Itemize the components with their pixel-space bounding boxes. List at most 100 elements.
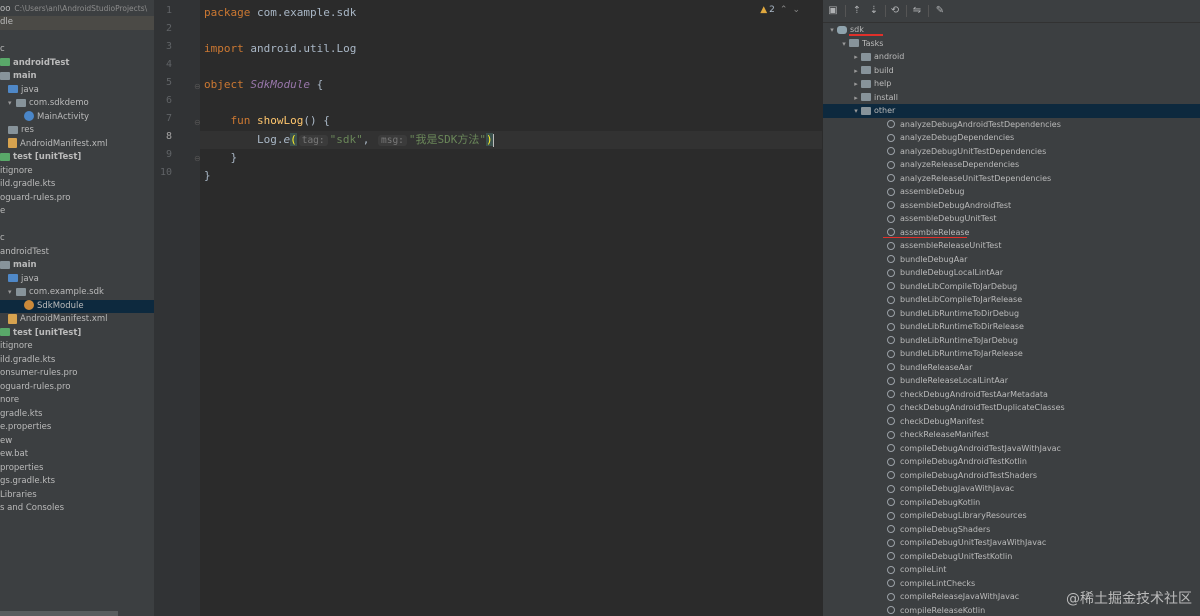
gradle-task-item[interactable]: compileLint xyxy=(823,563,1200,577)
project-tree-item[interactable]: gs.gradle.kts xyxy=(0,475,154,489)
gradle-task-item[interactable]: compileDebugAndroidTestShaders xyxy=(823,469,1200,483)
gradle-task-item[interactable]: bundleLibCompileToJarDebug xyxy=(823,280,1200,294)
project-tree-item[interactable]: test [unitTest] xyxy=(0,151,154,165)
chevron-up-icon[interactable]: ⌃ xyxy=(780,5,788,15)
project-tree-item[interactable]: itignore xyxy=(0,340,154,354)
gradle-group-item[interactable]: ▾ Tasks xyxy=(823,37,1200,51)
project-tree-item[interactable]: ew.bat xyxy=(0,448,154,462)
project-tree-item[interactable]: SdkModule xyxy=(0,299,154,313)
code-line-7[interactable]: fun showLog() { xyxy=(204,112,330,130)
project-tree-item[interactable]: ild.gradle.kts xyxy=(0,354,154,368)
gradle-task-item[interactable]: compileDebugKotlin xyxy=(823,496,1200,510)
gradle-task-item[interactable]: bundleLibCompileToJarRelease xyxy=(823,293,1200,307)
project-tree-item[interactable]: ew xyxy=(0,435,154,449)
project-tree-item[interactable]: main xyxy=(0,259,154,273)
gradle-group-item[interactable]: ▸ install xyxy=(823,91,1200,105)
gradle-task-item[interactable]: compileDebugUnitTestKotlin xyxy=(823,550,1200,564)
project-tree-item[interactable]: Libraries xyxy=(0,489,154,503)
chevron-down-icon[interactable]: ▾ xyxy=(8,97,16,111)
gradle-task-item[interactable]: bundleReleaseLocalLintAar xyxy=(823,374,1200,388)
project-tree-item[interactable]: properties xyxy=(0,462,154,476)
project-tree-item[interactable]: java xyxy=(0,273,154,287)
gradle-task-item[interactable]: assembleDebug xyxy=(823,185,1200,199)
gradle-task-item[interactable]: assembleDebugUnitTest xyxy=(823,212,1200,226)
code-line-8[interactable]: Log.e(tag: "sdk", msg: "我是SDK方法") xyxy=(200,131,822,149)
gradle-group-item[interactable]: ▸ android xyxy=(823,50,1200,64)
gradle-task-item[interactable]: checkDebugManifest xyxy=(823,415,1200,429)
reload-gradle-icon[interactable]: ⟲ xyxy=(889,5,901,17)
project-header[interactable]: oo C:\Users\anl\AndroidStudioProjects\ xyxy=(0,2,154,16)
project-tree-item[interactable]: main xyxy=(0,70,154,84)
project-tree-item[interactable]: androidTest xyxy=(0,57,154,71)
gradle-task-item[interactable]: assembleRelease xyxy=(823,226,1200,240)
code-line-1[interactable]: package com.example.sdk xyxy=(204,4,356,22)
gradle-task-item[interactable]: bundleLibRuntimeToDirDebug xyxy=(823,307,1200,321)
gradle-task-item[interactable]: compileDebugJavaWithJavac xyxy=(823,482,1200,496)
project-tree-item[interactable]: dle xyxy=(0,16,154,30)
gradle-task-item[interactable]: analyzeReleaseUnitTestDependencies xyxy=(823,172,1200,186)
project-tree-item[interactable]: s and Consoles xyxy=(0,502,154,516)
gradle-task-item[interactable]: analyzeDebugAndroidTestDependencies xyxy=(823,118,1200,132)
project-tree-item[interactable]: java xyxy=(0,84,154,98)
project-tree-item[interactable]: res xyxy=(0,124,154,138)
gradle-task-item[interactable]: compileDebugUnitTestJavaWithJavac xyxy=(823,536,1200,550)
gradle-panel[interactable]: ▣ ⇡ ⇣ ⟲ ⇋ ✎ ▾ sdk ▾ Tasks ▸ android ▸ build ▸ hel… xyxy=(822,0,1200,616)
chevron-right-icon[interactable]: ▸ xyxy=(851,92,861,106)
project-tree-item[interactable]: e.properties xyxy=(0,421,154,435)
chevron-down-icon[interactable]: ▾ xyxy=(8,286,16,300)
project-tree-item[interactable]: gradle.kts xyxy=(0,408,154,422)
gradle-task-item[interactable]: bundleLibRuntimeToJarRelease xyxy=(823,347,1200,361)
chevron-down-icon[interactable]: ▾ xyxy=(851,105,861,119)
project-horizontal-scrollbar[interactable] xyxy=(0,611,118,616)
code-editor[interactable]: ▲ 2 ⌃ ⌄ package com.example.sdk import andr… xyxy=(200,0,822,616)
gradle-group-item[interactable]: ▾ other xyxy=(823,104,1200,118)
gradle-task-item[interactable]: compileDebugAndroidTestKotlin xyxy=(823,455,1200,469)
gradle-task-item[interactable]: bundleReleaseAar xyxy=(823,361,1200,375)
layout-icon[interactable]: ▣ xyxy=(827,5,839,17)
gradle-task-item[interactable]: analyzeReleaseDependencies xyxy=(823,158,1200,172)
chevron-right-icon[interactable]: ▸ xyxy=(851,65,861,79)
chevron-down-icon[interactable]: ▾ xyxy=(827,24,837,38)
project-tree-item[interactable]: AndroidManifest.xml xyxy=(0,313,154,327)
gradle-task-item[interactable]: analyzeDebugDependencies xyxy=(823,131,1200,145)
project-tree-item[interactable]: nore xyxy=(0,394,154,408)
project-tree-item[interactable]: c xyxy=(0,232,154,246)
gradle-task-item[interactable]: checkDebugAndroidTestDuplicateClasses xyxy=(823,401,1200,415)
chevron-down-icon[interactable]: ⌄ xyxy=(792,5,800,15)
gradle-group-item[interactable]: ▸ help xyxy=(823,77,1200,91)
gradle-task-item[interactable]: assembleDebugAndroidTest xyxy=(823,199,1200,213)
gradle-task-item[interactable]: bundleDebugAar xyxy=(823,253,1200,267)
project-panel[interactable]: oo C:\Users\anl\AndroidStudioProjects\ dl… xyxy=(0,0,155,616)
project-tree-item[interactable]: MainActivity xyxy=(0,111,154,125)
collapse-all-icon[interactable]: ⇣ xyxy=(868,5,880,17)
chevron-right-icon[interactable]: ▸ xyxy=(851,78,861,92)
project-tree-item[interactable]: oguard-rules.pro xyxy=(0,192,154,206)
project-tree-item[interactable]: androidTest xyxy=(0,246,154,260)
project-tree-item[interactable]: AndroidManifest.xml xyxy=(0,138,154,152)
project-tree-item[interactable] xyxy=(0,219,154,233)
gradle-group-item[interactable]: ▾ sdk xyxy=(823,23,1200,37)
project-tree-item[interactable]: itignore xyxy=(0,165,154,179)
wrench-icon[interactable]: ✎ xyxy=(934,5,946,17)
gradle-task-item[interactable]: assembleReleaseUnitTest xyxy=(823,239,1200,253)
code-line-3[interactable]: import android.util.Log xyxy=(204,40,356,58)
gradle-task-item[interactable]: bundleDebugLocalLintAar xyxy=(823,266,1200,280)
gradle-task-item[interactable]: checkDebugAndroidTestAarMetadata xyxy=(823,388,1200,402)
gradle-task-item[interactable]: compileDebugAndroidTestJavaWithJavac xyxy=(823,442,1200,456)
project-tree-item[interactable] xyxy=(0,30,154,44)
project-tree-item[interactable]: oguard-rules.pro xyxy=(0,381,154,395)
warning-indicator[interactable]: ▲ 2 ⌃ ⌄ xyxy=(760,5,800,15)
code-line-9[interactable]: } xyxy=(204,149,237,167)
project-tree-item[interactable]: ▾ com.example.sdk xyxy=(0,286,154,300)
gradle-task-item[interactable]: compileDebugShaders xyxy=(823,523,1200,537)
project-tree-item[interactable]: ild.gradle.kts xyxy=(0,178,154,192)
code-line-5[interactable]: object SdkModule { xyxy=(204,76,323,94)
gradle-group-item[interactable]: ▸ build xyxy=(823,64,1200,78)
project-tree-item[interactable]: test [unitTest] xyxy=(0,327,154,341)
project-tree-item[interactable]: ▾ com.sdkdemo xyxy=(0,97,154,111)
code-line-10[interactable]: } xyxy=(204,167,211,185)
project-tree-item[interactable]: e xyxy=(0,205,154,219)
expand-all-icon[interactable]: ⇡ xyxy=(851,5,863,17)
gradle-task-item[interactable]: checkReleaseManifest xyxy=(823,428,1200,442)
toggle-offline-icon[interactable]: ⇋ xyxy=(911,5,923,17)
